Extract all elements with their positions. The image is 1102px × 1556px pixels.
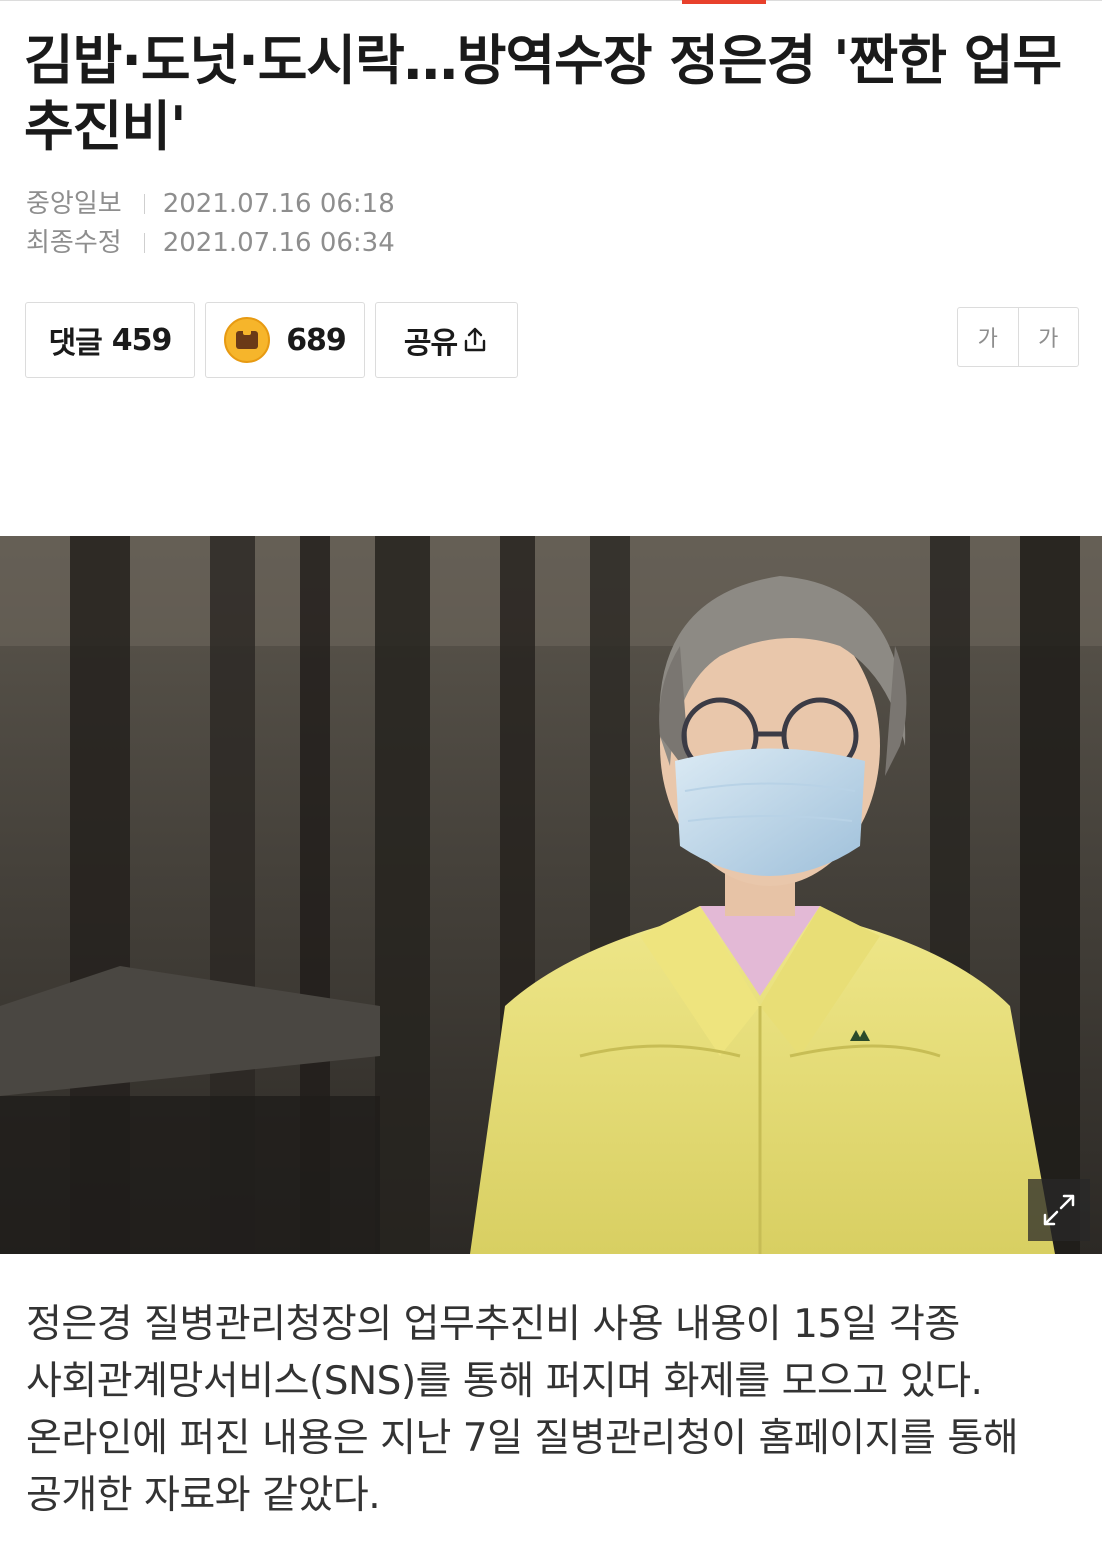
modified-label: 최종수정: [26, 228, 122, 258]
active-tab-indicator: [682, 0, 766, 4]
article-source: 중앙일보: [26, 189, 122, 219]
top-divider: [0, 0, 1102, 4]
published-date: 2021.07.16 06:18: [162, 189, 395, 219]
comment-button[interactable]: 댓글 459: [25, 302, 195, 378]
photo-illustration: [0, 536, 1102, 1254]
expand-icon: [1043, 1194, 1075, 1226]
font-larger-button[interactable]: 가: [1017, 308, 1079, 366]
comment-label: 댓글: [48, 326, 103, 361]
reaction-count: 689: [286, 322, 347, 358]
article-body: 정은경 질병관리청장의 업무추진비 사용 내용이 15일 각종 사회관계망서비스…: [26, 1302, 1019, 1518]
share-label: 공유: [403, 326, 458, 361]
meta-divider: [143, 233, 145, 253]
article-title: 김밥·도넛·도시락…방역수장 정은경 '짠한 업무추진비': [24, 29, 1062, 158]
share-icon: [464, 327, 486, 352]
article-photo[interactable]: [0, 536, 1102, 1254]
comment-count: 459: [111, 322, 173, 358]
expand-photo-button[interactable]: [1028, 1179, 1090, 1241]
meta-divider: [143, 194, 145, 214]
article-meta-modified: 최종수정 2021.07.16 06:34: [26, 226, 395, 260]
modified-date: 2021.07.16 06:34: [162, 228, 395, 258]
article-meta-published: 중앙일보 2021.07.16 06:18: [26, 187, 395, 221]
font-size-control: 가 가: [957, 307, 1079, 367]
font-smaller-button[interactable]: 가: [958, 308, 1018, 366]
reaction-emoji-icon: [224, 317, 271, 363]
reaction-button[interactable]: 689: [205, 302, 365, 378]
share-button[interactable]: 공유: [375, 302, 518, 378]
